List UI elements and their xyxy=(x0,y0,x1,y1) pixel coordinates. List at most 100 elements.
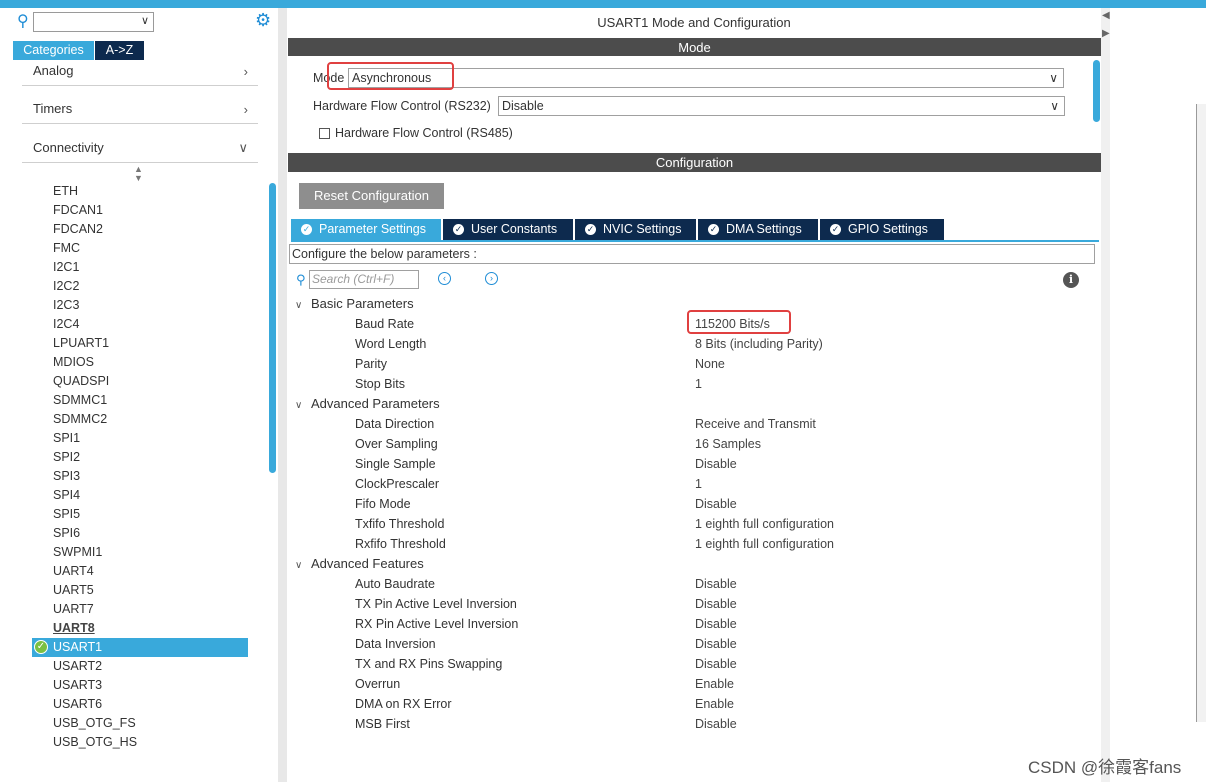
chevron-down-icon[interactable]: ∨ xyxy=(1049,69,1058,87)
mode-scrollbar[interactable] xyxy=(1093,60,1100,122)
list-item[interactable]: SPI6 xyxy=(53,524,80,543)
param-name: Rxfifo Threshold xyxy=(355,537,446,551)
param-value[interactable]: Disable xyxy=(695,594,737,614)
next-icon[interactable]: › xyxy=(485,272,498,285)
list-item[interactable]: UART4 xyxy=(53,562,94,581)
tab-parameter-settings[interactable]: ✓ Parameter Settings xyxy=(291,219,441,240)
param-value[interactable]: 1 xyxy=(695,474,702,494)
param-value[interactable]: Receive and Transmit xyxy=(695,414,816,434)
list-item[interactable]: I2C2 xyxy=(53,277,79,296)
list-item[interactable]: SPI3 xyxy=(53,467,80,486)
sort-arrows-icon[interactable]: ▲ ▼ xyxy=(134,165,143,183)
param-value[interactable]: Disable xyxy=(695,494,737,514)
check-circle-icon: ✓ xyxy=(301,224,312,235)
tab-user-constants[interactable]: ✓ User Constants xyxy=(443,219,573,240)
chevron-down-icon[interactable]: ∨ xyxy=(238,140,248,156)
hw-flow-rs485-checkbox[interactable] xyxy=(319,128,330,139)
param-value[interactable]: None xyxy=(695,354,725,374)
search-icon[interactable]: ⚲ xyxy=(17,14,29,30)
list-item[interactable]: FDCAN1 xyxy=(53,201,103,220)
tab-categories[interactable]: Categories xyxy=(13,41,94,60)
list-item[interactable]: USB_OTG_HS xyxy=(53,733,137,752)
previous-icon[interactable]: ‹ xyxy=(438,272,451,285)
hw-flow-rs232-select[interactable]: Disable ∨ xyxy=(498,96,1065,116)
info-icon[interactable]: i xyxy=(1063,272,1079,288)
reset-configuration-button[interactable]: Reset Configuration xyxy=(299,183,444,209)
highlight-box xyxy=(327,62,454,90)
list-item[interactable]: FDCAN2 xyxy=(53,220,103,239)
param-value[interactable]: Enable xyxy=(695,694,734,714)
param-value[interactable]: Disable xyxy=(695,634,737,654)
list-item[interactable]: UART7 xyxy=(53,600,94,619)
list-item[interactable]: SPI5 xyxy=(53,505,80,524)
tab-a-to-z[interactable]: A->Z xyxy=(95,41,144,60)
tab-dma-settings[interactable]: ✓ DMA Settings xyxy=(698,219,818,240)
chevron-down-icon[interactable]: ∨ xyxy=(141,14,149,27)
chevron-down-icon[interactable]: ∨ xyxy=(295,556,311,576)
tab-underline xyxy=(291,240,1099,242)
list-item[interactable]: UART8 xyxy=(53,619,95,638)
param-value[interactable]: Disable xyxy=(695,454,737,474)
chevron-down-icon[interactable]: ∨ xyxy=(295,296,311,316)
param-name: DMA on RX Error xyxy=(355,697,452,711)
right-panel-edge xyxy=(1196,104,1206,722)
tab-nvic-settings[interactable]: ✓ NVIC Settings xyxy=(575,219,696,240)
list-item[interactable]: USART3 xyxy=(53,676,102,695)
parameter-search-input[interactable]: Search (Ctrl+F) xyxy=(309,270,419,289)
chevron-down-icon[interactable]: ∨ xyxy=(1050,97,1059,115)
section-title: Advanced Parameters xyxy=(311,396,440,411)
param-value[interactable]: 1 eighth full configuration xyxy=(695,514,834,534)
list-item-selected[interactable]: ✓ USART1 xyxy=(32,638,248,657)
list-item[interactable]: MDIOS xyxy=(53,353,94,372)
param-value[interactable]: 1 xyxy=(695,374,702,394)
param-value[interactable]: 8 Bits (including Parity) xyxy=(695,334,823,354)
list-item[interactable]: I2C4 xyxy=(53,315,79,334)
list-item[interactable]: USART6 xyxy=(53,695,102,714)
list-item[interactable]: SWPMI1 xyxy=(53,543,102,562)
list-item[interactable]: LPUART1 xyxy=(53,334,109,353)
panel-splitter[interactable] xyxy=(278,8,287,782)
param-value[interactable]: Disable xyxy=(695,654,737,674)
param-value[interactable]: Disable xyxy=(695,614,737,634)
chevron-right-icon[interactable]: › xyxy=(244,64,248,79)
chevron-right-icon[interactable]: › xyxy=(244,102,248,117)
list-item[interactable]: I2C1 xyxy=(53,258,79,277)
param-value[interactable]: Enable xyxy=(695,674,734,694)
list-item[interactable]: I2C3 xyxy=(53,296,79,315)
tab-gpio-settings[interactable]: ✓ GPIO Settings xyxy=(820,219,944,240)
collapse-left-icon[interactable]: ◀ xyxy=(1102,10,1110,21)
search-combo[interactable]: ∨ xyxy=(33,12,154,32)
param-value[interactable]: 16 Samples xyxy=(695,434,761,454)
list-item[interactable]: ETH xyxy=(53,182,78,201)
list-item[interactable]: SDMMC1 xyxy=(53,391,107,410)
group-connectivity[interactable]: Connectivity ∨ xyxy=(22,124,258,163)
search-icon[interactable]: ⚲ xyxy=(296,272,306,288)
list-item[interactable]: QUADSPI xyxy=(53,372,109,391)
top-accent-strip xyxy=(0,0,1206,8)
list-item[interactable]: SPI1 xyxy=(53,429,80,448)
list-item[interactable]: FMC xyxy=(53,239,80,258)
section-advanced-features[interactable]: ∨ Advanced Features xyxy=(295,554,424,574)
main-splitter[interactable] xyxy=(1101,8,1110,782)
list-item[interactable]: USART2 xyxy=(53,657,102,676)
group-timers[interactable]: Timers › xyxy=(22,85,258,124)
list-item[interactable]: SPI4 xyxy=(53,486,80,505)
section-advanced-parameters[interactable]: ∨ Advanced Parameters xyxy=(295,394,440,414)
section-basic-parameters[interactable]: ∨ Basic Parameters xyxy=(295,294,414,314)
gear-icon[interactable]: ⚙ xyxy=(255,11,271,29)
group-analog[interactable]: Analog › xyxy=(22,60,258,86)
left-scrollbar[interactable] xyxy=(269,183,276,473)
param-value[interactable]: 1 eighth full configuration xyxy=(695,534,834,554)
group-timers-label: Timers xyxy=(33,101,73,116)
mode-select[interactable]: Asynchronous ∨ xyxy=(348,68,1064,88)
list-item[interactable]: SDMMC2 xyxy=(53,410,107,429)
param-name: ClockPrescaler xyxy=(355,477,440,491)
mode-section: Mode Asynchronous ∨ Hardware Flow Contro… xyxy=(288,56,1101,145)
list-item[interactable]: SPI2 xyxy=(53,448,80,467)
list-item[interactable]: USB_OTG_FS xyxy=(53,714,136,733)
collapse-right-icon[interactable]: ▶ xyxy=(1102,28,1110,39)
list-item[interactable]: UART5 xyxy=(53,581,94,600)
param-value[interactable]: Disable xyxy=(695,574,737,594)
chevron-down-icon[interactable]: ∨ xyxy=(295,396,311,416)
param-value[interactable]: Disable xyxy=(695,714,737,734)
